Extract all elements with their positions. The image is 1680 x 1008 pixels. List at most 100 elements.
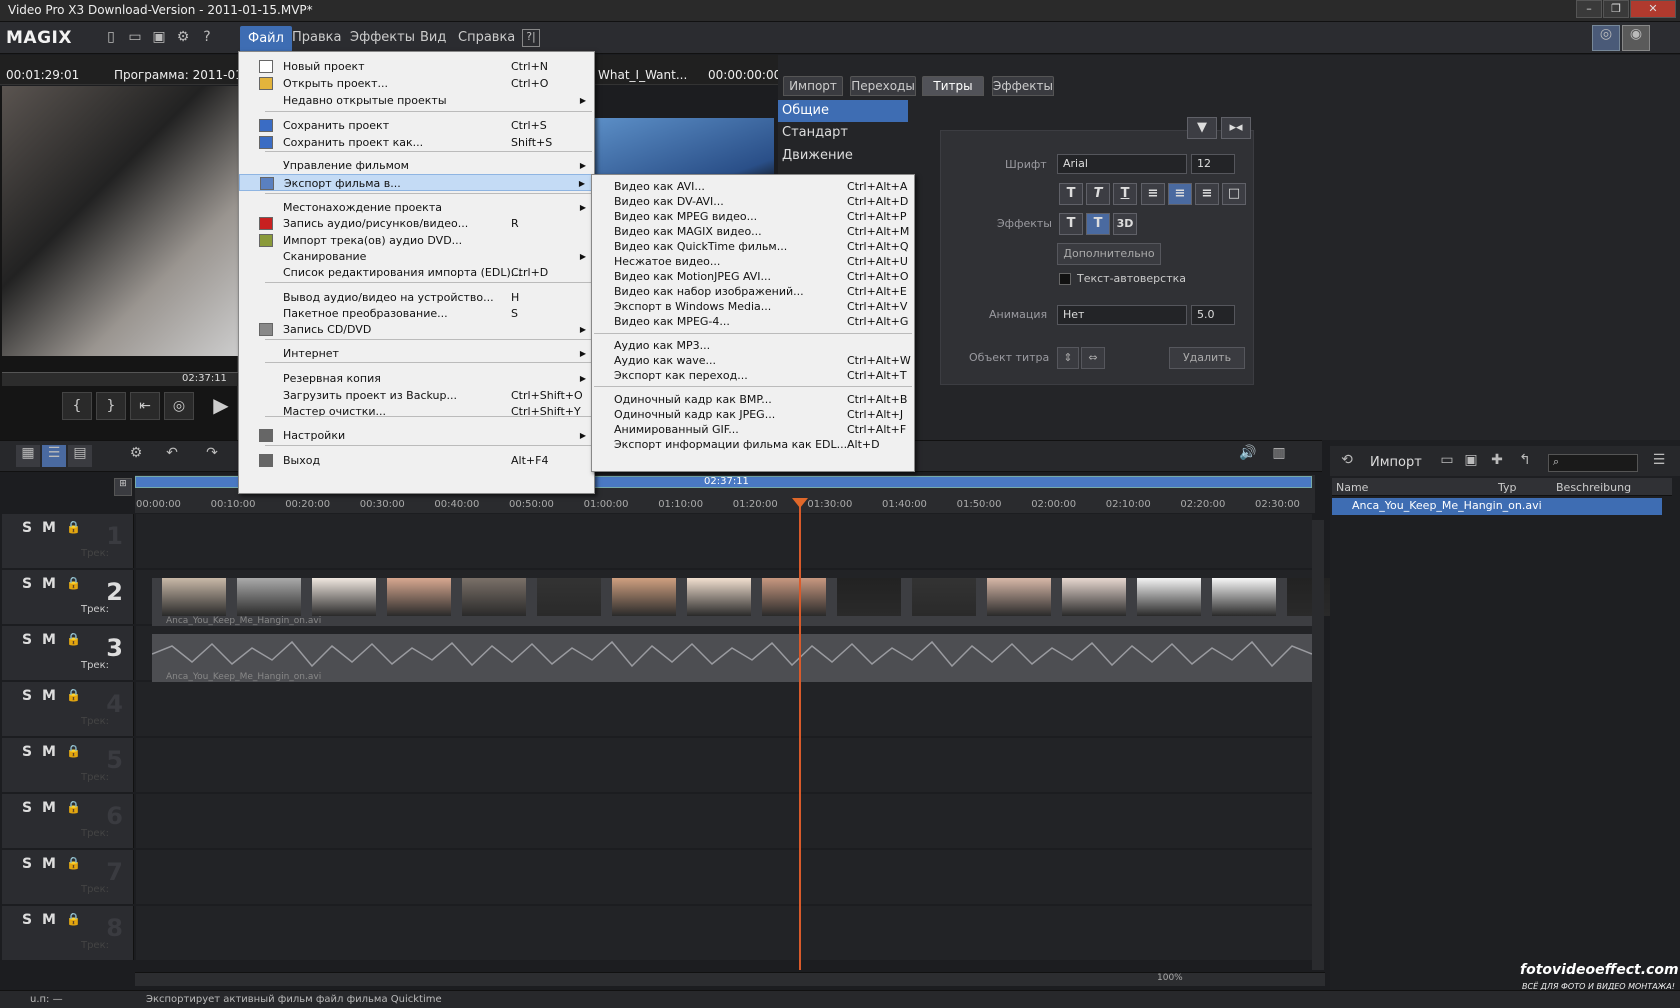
timeline-mode-icon[interactable]: ☰ — [42, 445, 66, 467]
file-menu-item[interactable]: Пакетное преобразование... S — [239, 305, 594, 322]
background-color-icon[interactable]: □ — [1222, 183, 1246, 205]
3d-effect-button[interactable]: 3D — [1113, 213, 1137, 235]
underline-button[interactable]: T — [1113, 183, 1137, 205]
file-menu-item[interactable]: Настройки ▶ — [239, 427, 594, 444]
track-area[interactable] — [136, 682, 1312, 736]
font-size-field[interactable]: 12 — [1191, 154, 1235, 174]
storyboard-mode-icon[interactable]: ▦ — [16, 445, 40, 467]
mute-button[interactable]: M — [42, 856, 56, 872]
mute-button[interactable]: M — [42, 576, 56, 592]
file-menu-item[interactable]: Загрузить проект из Backup... Ctrl+Shift+… — [239, 387, 594, 404]
column-description[interactable]: Beschreibung — [1556, 481, 1631, 494]
track-area[interactable] — [136, 850, 1312, 904]
mute-button[interactable]: M — [42, 520, 56, 536]
tab-titles[interactable]: Титры — [922, 76, 984, 96]
animation-select[interactable]: Нет — [1057, 305, 1187, 325]
track-area[interactable] — [136, 794, 1312, 848]
export-menu-item[interactable]: Аудио как wave... Ctrl+Alt+W — [592, 353, 914, 369]
mute-button[interactable]: M — [42, 800, 56, 816]
track-area[interactable] — [136, 906, 1312, 960]
lock-range-icon[interactable]: ⊞ — [114, 478, 132, 496]
mark-in-button[interactable]: { — [62, 392, 92, 420]
import-icon[interactable]: ⟲ — [1338, 452, 1356, 470]
export-menu-item[interactable]: Экспорт в Windows Media... Ctrl+Alt+V — [592, 299, 914, 315]
preview-ruler[interactable]: 02:37:11 — [2, 372, 238, 386]
menu-effects[interactable]: Эффекты — [350, 30, 415, 45]
file-menu-item[interactable]: Список редактирования импорта (EDL)... Ct… — [239, 264, 594, 281]
solo-button[interactable]: S — [22, 632, 32, 648]
export-menu-item[interactable]: Экспорт как переход... Ctrl+Alt+T — [592, 368, 914, 384]
export-menu-item[interactable]: Аудио как MP3... — [592, 338, 914, 354]
bold-button[interactable]: T — [1059, 183, 1083, 205]
align-left-icon[interactable]: ≡ — [1141, 183, 1165, 205]
mute-button[interactable]: M — [42, 688, 56, 704]
file-menu-item[interactable]: Выход Alt+F4 — [239, 452, 594, 469]
lock-icon[interactable]: 🔒 — [66, 800, 81, 814]
mute-button[interactable]: M — [42, 912, 56, 928]
search-input[interactable]: ⌕ — [1548, 454, 1638, 472]
more-button[interactable]: Дополнительно — [1057, 243, 1161, 265]
export-menu-item[interactable]: Видео как MotionJPEG AVI... Ctrl+Alt+O — [592, 269, 914, 285]
mute-button[interactable]: M — [42, 744, 56, 760]
settings-icon[interactable]: ⚙ — [174, 29, 192, 47]
scene-mode-icon[interactable]: ▤ — [68, 445, 92, 467]
redo-icon[interactable]: ↷ — [200, 445, 224, 467]
file-menu-item[interactable]: Вывод аудио/видео на устройство... H — [239, 289, 594, 306]
file-menu-item[interactable]: Новый проект Ctrl+N — [239, 58, 594, 75]
export-menu-item[interactable]: Видео как MAGIX видео... Ctrl+Alt+M — [592, 224, 914, 240]
export-menu-item[interactable]: Одиночный кадр как JPEG... Ctrl+Alt+J — [592, 407, 914, 423]
file-menu-item[interactable]: Интернет ▶ — [239, 345, 594, 362]
file-menu-item[interactable]: Управление фильмом ▶ — [239, 157, 594, 174]
undo-icon[interactable]: ↶ — [160, 445, 184, 467]
play-button[interactable]: ▶ — [206, 392, 236, 420]
save-media-icon[interactable]: ▣ — [1462, 452, 1480, 470]
export-menu-item[interactable]: Экспорт информации фильма как EDL... Alt+… — [592, 437, 914, 453]
playhead-handle-icon[interactable] — [792, 498, 808, 508]
solo-button[interactable]: S — [22, 520, 32, 536]
file-menu-item[interactable]: Недавно открытые проекты ▶ — [239, 92, 594, 109]
new-file-icon[interactable]: ▯ — [102, 29, 120, 47]
lock-icon[interactable]: 🔒 — [66, 744, 81, 758]
save-icon[interactable]: ▣ — [150, 29, 168, 47]
export-menu-item[interactable]: Видео как набор изображений... Ctrl+Alt+E — [592, 284, 914, 300]
export-menu-item[interactable]: Анимированный GIF... Ctrl+Alt+F — [592, 422, 914, 438]
playhead[interactable] — [799, 500, 801, 970]
sidebar-item-general[interactable]: Общие — [778, 100, 908, 122]
audio-clip[interactable] — [151, 634, 1313, 682]
add-icon[interactable]: ✚ — [1488, 452, 1506, 470]
track-area[interactable] — [136, 738, 1312, 792]
file-menu-item[interactable]: Запись CD/DVD ▶ — [239, 321, 594, 338]
back-icon[interactable]: ↰ — [1516, 452, 1534, 470]
delete-button[interactable]: Удалить — [1169, 347, 1245, 369]
column-name[interactable]: Name — [1336, 481, 1368, 494]
file-menu-item[interactable]: Сканирование ▶ — [239, 248, 594, 265]
export-menu-item[interactable]: Видео как DV-AVI... Ctrl+Alt+D — [592, 194, 914, 210]
folder-icon[interactable]: ▭ — [1438, 452, 1456, 470]
animation-duration-field[interactable]: 5.0 — [1191, 305, 1235, 325]
help-icon[interactable]: ?| — [522, 29, 540, 47]
loop-button[interactable]: ◎ — [164, 392, 194, 420]
font-select[interactable]: Arial — [1057, 154, 1187, 174]
mark-out-button[interactable]: } — [96, 392, 126, 420]
shadow-effect-button[interactable]: T — [1086, 213, 1110, 235]
solo-button[interactable]: S — [22, 744, 32, 760]
file-menu-item[interactable]: Экспорт фильма в... ▶ — [239, 174, 594, 191]
file-menu-item[interactable]: Запись аудио/рисунков/видео... R — [239, 215, 594, 232]
lock-icon[interactable]: 🔒 — [66, 520, 81, 534]
export-menu-item[interactable]: Несжатое видео... Ctrl+Alt+U — [592, 254, 914, 270]
tab-import[interactable]: Импорт — [783, 76, 843, 96]
prev-marker-button[interactable]: ⇤ — [130, 392, 160, 420]
tab-effects[interactable]: Эффекты — [992, 76, 1054, 96]
lock-icon[interactable]: 🔒 — [66, 912, 81, 926]
preview2-title[interactable]: What_I_Want... — [598, 68, 687, 82]
menu-view[interactable]: Вид — [420, 30, 446, 45]
help-pointer-icon[interactable]: ? — [198, 29, 216, 47]
italic-button[interactable]: T — [1086, 183, 1110, 205]
file-menu-item[interactable]: Импорт трека(ов) аудио DVD... — [239, 232, 594, 249]
list-view-icon[interactable]: ☰ — [1650, 452, 1668, 470]
timeline-hscroll[interactable]: 100% — [135, 972, 1325, 986]
file-menu-item[interactable]: Резервная копия ▶ — [239, 370, 594, 387]
menu-edit[interactable]: Правка — [292, 30, 341, 45]
export-menu-item[interactable]: Видео как MPEG видео... Ctrl+Alt+P — [592, 209, 914, 225]
menu-help[interactable]: Справка — [458, 30, 515, 45]
